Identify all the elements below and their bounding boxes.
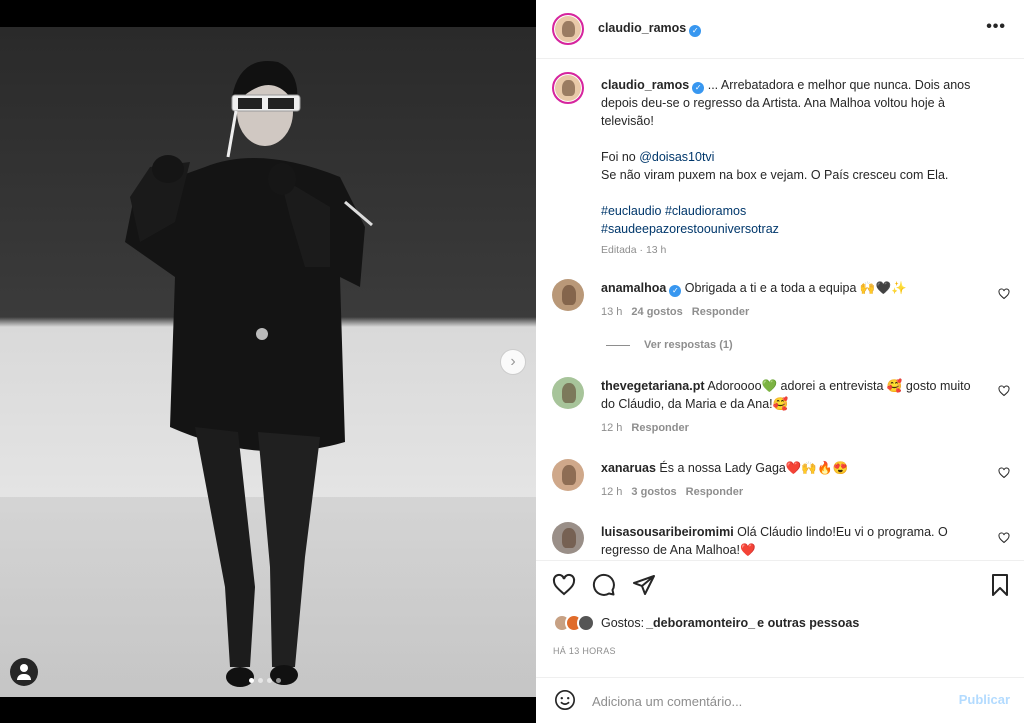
comment-item: thevegetariana.pt Adoroooo💚 adorei a ent… <box>601 377 981 437</box>
comment-likes[interactable]: 3 gostos <box>631 486 676 498</box>
comment-meta: 12 h Responder <box>601 419 981 437</box>
comment-item: anamalhoa ✓ Obrigada a ti e a toda a equi… <box>601 279 981 321</box>
comments-scroll[interactable]: claudio_ramos ✓ ... Arrebatadora e melhor… <box>536 60 1024 560</box>
hashtag-link[interactable]: #saudeepazorestoouniversotraz <box>601 222 779 236</box>
liker-avatar[interactable] <box>577 614 595 632</box>
tagged-users-icon[interactable] <box>10 658 38 686</box>
save-bookmark-icon[interactable] <box>988 573 1012 597</box>
comment-like-icon[interactable] <box>998 532 1010 544</box>
post-actions: Gostos: _deboramonteiro_ e outras pessoa… <box>536 560 1024 680</box>
post-timestamp[interactable]: HÁ 13 HORAS <box>553 646 616 656</box>
post-side-panel: claudio_ramos ✓ ••• claudio_ramos ✓ ... Ar… <box>536 0 1024 723</box>
comment-likes[interactable]: 24 gostos <box>631 306 682 318</box>
add-comment-bar: Publicar <box>536 677 1024 723</box>
author-username[interactable]: claudio_ramos <box>598 21 686 35</box>
comment-like-icon[interactable] <box>998 385 1010 397</box>
comment-input[interactable] <box>592 690 942 712</box>
liker-username[interactable]: _deboramonteiro_ <box>646 616 755 630</box>
comment-item: luisasousaribeiromimi Olá Cláudio lindo!… <box>601 523 981 559</box>
caption-avatar[interactable] <box>552 72 584 104</box>
comment-username[interactable]: anamalhoa <box>601 281 666 295</box>
comment-like-icon[interactable] <box>998 467 1010 479</box>
share-send-icon[interactable] <box>632 573 656 597</box>
comment-time[interactable]: 13 h <box>601 306 622 318</box>
comment-text: És a nossa Lady Gaga❤️🙌🔥😍 <box>659 461 849 475</box>
reply-button[interactable]: Responder <box>631 422 688 434</box>
view-replies-button[interactable]: Ver respostas (1) <box>606 339 733 351</box>
verified-badge-icon: ✓ <box>692 82 705 94</box>
hashtag-link[interactable]: #euclaudio #claudioramos <box>601 204 746 218</box>
comment-username[interactable]: luisasousaribeiromimi <box>601 525 734 539</box>
comment-username[interactable]: xanaruas <box>601 461 656 475</box>
verified-badge-icon: ✓ <box>689 25 702 37</box>
comment-meta: 13 h 24 gostos Responder <box>601 303 981 321</box>
author-name-block: claudio_ramos ✓ <box>598 21 702 37</box>
comment-like-icon[interactable] <box>998 288 1010 300</box>
author-avatar[interactable] <box>552 13 584 45</box>
hashtag-line: #saudeepazorestoouniversotraz <box>601 220 981 238</box>
comment-avatar[interactable] <box>552 459 584 491</box>
comment-username[interactable]: thevegetariana.pt <box>601 379 705 393</box>
comment-meta: 12 h 3 gostos Responder <box>601 483 981 501</box>
caption-paragraph-3: Se não viram puxem na box e vejam. O Paí… <box>601 168 949 182</box>
carousel-dot <box>249 678 254 683</box>
photo-figure <box>125 61 373 687</box>
like-heart-icon[interactable] <box>552 573 576 597</box>
carousel-next-button[interactable]: › <box>500 349 526 375</box>
liker-avatars <box>553 614 595 632</box>
publish-button[interactable]: Publicar <box>959 692 1010 707</box>
post-photo[interactable]: › <box>0 27 536 697</box>
comment-avatar[interactable] <box>552 377 584 409</box>
carousel-dot <box>267 678 272 683</box>
comment-item: xanaruas És a nossa Lady Gaga❤️🙌🔥😍 12 h 3… <box>601 459 981 501</box>
caption-text: Foi no <box>601 150 640 164</box>
carousel-indicator <box>249 678 281 683</box>
caption-username[interactable]: claudio_ramos <box>601 78 689 92</box>
caption-paragraph-1: claudio_ramos ✓ ... Arrebatadora e melhor… <box>601 76 981 130</box>
likes-others-link[interactable]: e outras pessoas <box>757 616 859 630</box>
comment-time[interactable]: 12 h <box>601 422 622 434</box>
comment-avatar[interactable] <box>552 279 584 311</box>
mention-link[interactable]: @doisas10tvi <box>639 150 714 164</box>
comment-time[interactable]: 12 h <box>601 486 622 498</box>
comment-bubble-icon[interactable] <box>592 573 616 597</box>
hashtag-line: #euclaudio #claudioramos <box>601 202 981 220</box>
comment-text: Obrigada a ti e a toda a equipa 🙌🖤✨ <box>684 281 907 295</box>
likes-prefix: Gostos: <box>601 616 645 630</box>
reply-button[interactable]: Responder <box>692 306 749 318</box>
carousel-dot <box>258 678 263 683</box>
post-caption: claudio_ramos ✓ ... Arrebatadora e melhor… <box>601 76 981 259</box>
emoji-icon[interactable] <box>554 689 576 711</box>
verified-badge-icon: ✓ <box>669 285 682 297</box>
caption-paragraph-2: Foi no @doisas10tvi <box>601 148 981 166</box>
carousel-dot <box>276 678 281 683</box>
caption-edited-time: Editada · 13 h <box>601 244 667 256</box>
likes-summary: Gostos: _deboramonteiro_ e outras pessoa… <box>553 614 859 632</box>
comment-avatar[interactable] <box>552 522 584 554</box>
more-options-icon[interactable]: ••• <box>986 18 1006 36</box>
post-header: claudio_ramos ✓ ••• <box>536 0 1024 59</box>
reply-button[interactable]: Responder <box>686 486 743 498</box>
